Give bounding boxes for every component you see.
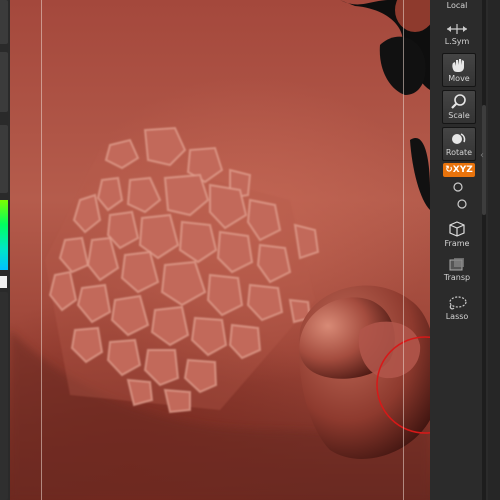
y-rotate-icon bbox=[453, 182, 463, 192]
transp-label: Transp bbox=[443, 273, 471, 282]
local-label: Local bbox=[446, 1, 468, 10]
lsym-button[interactable]: L.Sym bbox=[440, 22, 474, 46]
transparency-icon bbox=[449, 258, 464, 271]
xyz-rotate-icon: ↻ bbox=[445, 165, 453, 175]
sculpt-viewport[interactable] bbox=[10, 0, 430, 500]
lsym-label: L.Sym bbox=[444, 37, 470, 46]
scale-button[interactable]: Scale bbox=[442, 90, 476, 124]
collapse-arrow-icon[interactable]: ‹ bbox=[480, 150, 484, 161]
lasso-button[interactable]: Lasso bbox=[440, 295, 474, 321]
lasso-icon bbox=[449, 296, 467, 310]
move-button[interactable]: Move bbox=[442, 53, 476, 87]
xyz-label: XYZ bbox=[452, 165, 473, 175]
xyz-rotation-button[interactable]: ↻XYZ bbox=[443, 163, 475, 177]
lsym-icon bbox=[447, 24, 467, 34]
left-panel-button[interactable] bbox=[0, 0, 8, 44]
transp-button[interactable]: Transp bbox=[440, 256, 474, 282]
z-rotation-button[interactable] bbox=[453, 198, 471, 210]
scale-label: Scale bbox=[448, 111, 470, 120]
left-panel-strip bbox=[0, 0, 10, 500]
frame-cube-icon bbox=[449, 221, 465, 237]
left-panel-empty bbox=[0, 292, 8, 500]
toolbar-scrollbar[interactable] bbox=[482, 0, 486, 500]
sculpt-canvas bbox=[10, 0, 430, 500]
guide-line-left bbox=[41, 0, 42, 500]
main-color-square[interactable] bbox=[0, 276, 7, 288]
color-picker-swatch[interactable] bbox=[0, 200, 8, 270]
y-rotation-button[interactable] bbox=[449, 181, 467, 193]
dark-shadow-shape bbox=[410, 138, 430, 210]
left-panel-button[interactable] bbox=[0, 52, 8, 112]
toolbar-edge bbox=[488, 0, 500, 500]
scale-pattern-patch bbox=[45, 126, 320, 414]
move-hand-icon bbox=[452, 59, 464, 72]
guide-line-right bbox=[403, 0, 404, 500]
scale-magnifier-icon bbox=[451, 94, 466, 109]
frame-label: Frame bbox=[444, 239, 470, 248]
local-button[interactable]: Local bbox=[440, 0, 474, 10]
z-rotate-icon bbox=[457, 199, 467, 209]
rotate-icon bbox=[452, 133, 466, 144]
left-panel-button[interactable] bbox=[0, 125, 8, 193]
rotate-button[interactable]: Rotate bbox=[442, 127, 476, 161]
frame-button[interactable]: Frame bbox=[440, 220, 474, 248]
lasso-label: Lasso bbox=[445, 312, 469, 321]
rotate-label: Rotate bbox=[445, 148, 473, 157]
move-label: Move bbox=[448, 74, 470, 83]
